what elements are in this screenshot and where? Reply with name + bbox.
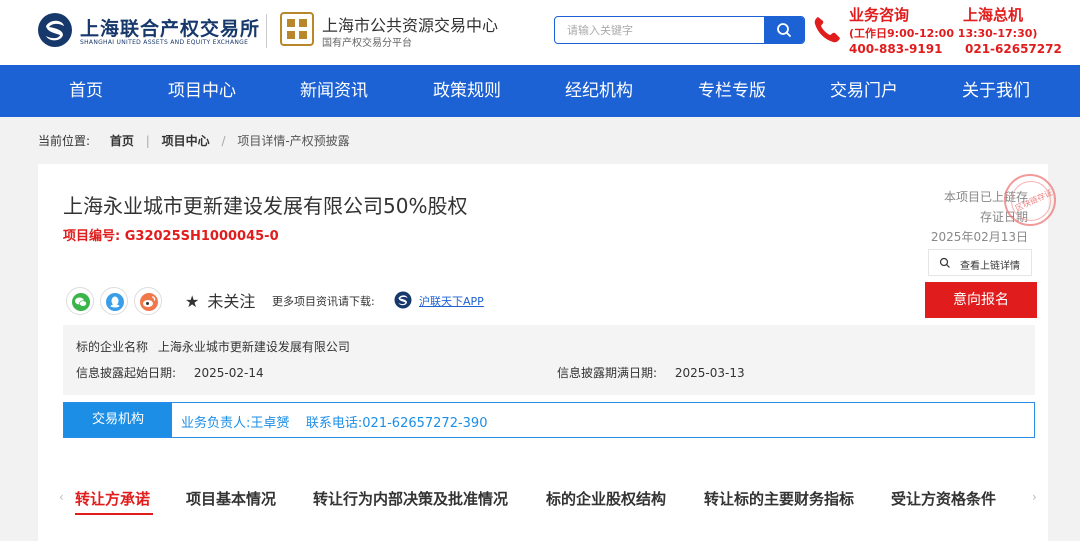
share-weibo-button[interactable] xyxy=(134,287,162,315)
nav-item-policy[interactable]: 政策规则 xyxy=(433,65,501,117)
follow-button[interactable]: ★ 未关注 xyxy=(185,288,255,312)
trading-agency-contact: 业务负责人:王卓赟 联系电话:021-62657272-390 xyxy=(181,416,488,431)
search-input[interactable] xyxy=(555,17,767,43)
breadcrumb-home[interactable]: 首页 xyxy=(110,132,134,149)
main-nav: 首页 项目中心 新闻资讯 政策规则 经纪机构 专栏专版 交易门户 关于我们 xyxy=(0,65,1080,117)
search-icon xyxy=(777,23,791,37)
hotline-hours: (工作日9:00-12:00 13:30-17:30) xyxy=(849,27,1038,40)
logo-divider xyxy=(266,14,267,48)
search-icon xyxy=(939,257,950,268)
weibo-icon xyxy=(140,293,158,311)
nav-item-home[interactable]: 首页 xyxy=(69,65,103,117)
nav-item-columns[interactable]: 专栏专版 xyxy=(698,65,766,117)
project-info-panel: 标的企业名称 上海永业城市更新建设发展有限公司 信息披露起始日期: 2025-0… xyxy=(63,325,1035,395)
suaee-logo-name: 上海联合产权交易所 xyxy=(80,18,261,40)
end-date-value: 2025-03-13 xyxy=(674,366,745,380)
start-date-row: 信息披露起始日期: 2025-02-14 xyxy=(76,364,264,381)
nav-item-portal[interactable]: 交易门户 xyxy=(830,65,898,117)
tab-internal-decision[interactable]: 转让行为内部决策及批准情况 xyxy=(313,488,508,509)
suaee-logo[interactable]: 上海联合产权交易所 SHANGHAI UNITED ASSETS AND EQU… xyxy=(37,12,259,50)
nav-item-projects[interactable]: 项目中心 xyxy=(168,65,236,117)
public-resource-logo-icon xyxy=(280,12,314,46)
end-date-label: 信息披露期满日期: xyxy=(557,366,658,380)
suaee-logo-en: SHANGHAI UNITED ASSETS AND EQUITY EXCHAN… xyxy=(80,39,249,46)
tabs-next-icon[interactable]: › xyxy=(1032,490,1037,504)
stamp-text: 区块链存证 xyxy=(1013,187,1055,214)
hotline-number-consult: 400-883-9191 xyxy=(849,42,943,56)
share-wechat-button[interactable] xyxy=(66,287,94,315)
tabs-prev-icon[interactable]: ‹ xyxy=(59,490,64,504)
chain-date: 2025年02月13日 xyxy=(930,230,1028,244)
company-row: 标的企业名称 上海永业城市更新建设发展有限公司 xyxy=(76,338,350,355)
search-button[interactable] xyxy=(764,17,804,43)
hotline: 业务咨询 上海总机 (工作日9:00-12:00 13:30-17:30) 40… xyxy=(812,4,1072,62)
view-chain-label: 查看上链详情 xyxy=(960,261,1020,272)
detail-tabs: ‹ 转让方承诺 项目基本情况 转让行为内部决策及批准情况 标的企业股权结构 转让… xyxy=(38,482,1048,518)
start-date-value: 2025-02-14 xyxy=(193,366,264,380)
breadcrumb-separator: | xyxy=(145,133,150,148)
download-hint: 更多项目资讯请下载: xyxy=(272,295,375,308)
start-date-label: 信息披露起始日期: xyxy=(76,366,177,380)
active-tab-underline xyxy=(75,513,153,515)
hotline-number-main: 021-62657272 xyxy=(965,42,1062,56)
site-header: 上海联合产权交易所 SHANGHAI UNITED ASSETS AND EQU… xyxy=(0,0,1080,65)
hotline-title-consult: 业务咨询 xyxy=(849,6,910,24)
breadcrumb-prefix: 当前位置: xyxy=(38,134,91,148)
tab-equity-structure[interactable]: 标的企业股权结构 xyxy=(546,488,666,509)
star-icon: ★ xyxy=(185,292,200,311)
tab-financial-indicators[interactable]: 转让标的主要财务指标 xyxy=(704,488,854,509)
nav-item-news[interactable]: 新闻资讯 xyxy=(300,65,368,117)
hotline-title-main: 上海总机 xyxy=(963,6,1024,24)
breadcrumb: 当前位置: 首页 | 项目中心 / 项目详情-产权预披露 xyxy=(38,132,350,150)
tab-project-basics[interactable]: 项目基本情况 xyxy=(186,488,276,509)
public-resource-name: 上海市公共资源交易中心 xyxy=(322,16,499,35)
view-chain-button[interactable]: 查看上链详情 xyxy=(928,249,1032,276)
nav-item-about[interactable]: 关于我们 xyxy=(962,65,1030,117)
breadcrumb-separator: / xyxy=(221,133,226,148)
breadcrumb-projects[interactable]: 项目中心 xyxy=(162,132,210,149)
tab-transferor-commitment[interactable]: 转让方承诺 xyxy=(75,488,150,509)
trading-agency-bar: 交易机构 业务负责人:王卓赟 联系电话:021-62657272-390 xyxy=(63,402,1035,438)
wechat-icon xyxy=(72,293,90,311)
tab-transferee-qualifications[interactable]: 受让方资格条件 xyxy=(891,488,996,509)
end-date-row: 信息披露期满日期: 2025-03-13 xyxy=(557,364,745,381)
app-download-label: 沪联天下APP xyxy=(419,295,484,308)
project-card: 上海永业城市更新建设发展有限公司50%股权 项目编号: G32025SH1000… xyxy=(38,164,1056,541)
project-code: 项目编号: G32025SH1000045-0 xyxy=(63,229,279,244)
follow-label: 未关注 xyxy=(207,292,256,311)
phone-icon xyxy=(814,17,840,43)
qq-icon xyxy=(106,293,124,311)
blockchain-stamp-icon: 区块链存证 xyxy=(1004,174,1056,226)
share-qq-button[interactable] xyxy=(100,287,128,315)
search-box xyxy=(554,16,805,44)
nav-item-brokers[interactable]: 经纪机构 xyxy=(565,65,633,117)
app-logo-icon xyxy=(394,291,412,309)
public-resource-sub: 国有产权交易分平台 xyxy=(322,38,412,49)
company-value: 上海永业城市更新建设发展有限公司 xyxy=(157,340,350,354)
project-title: 上海永业城市更新建设发展有限公司50%股权 xyxy=(63,194,468,218)
trading-agency-label: 交易机构 xyxy=(64,403,172,437)
apply-button[interactable]: 意向报名 xyxy=(925,282,1037,318)
breadcrumb-current: 项目详情-产权预披露 xyxy=(237,134,350,148)
suaee-logo-icon xyxy=(38,13,72,47)
company-label: 标的企业名称 xyxy=(76,340,149,354)
